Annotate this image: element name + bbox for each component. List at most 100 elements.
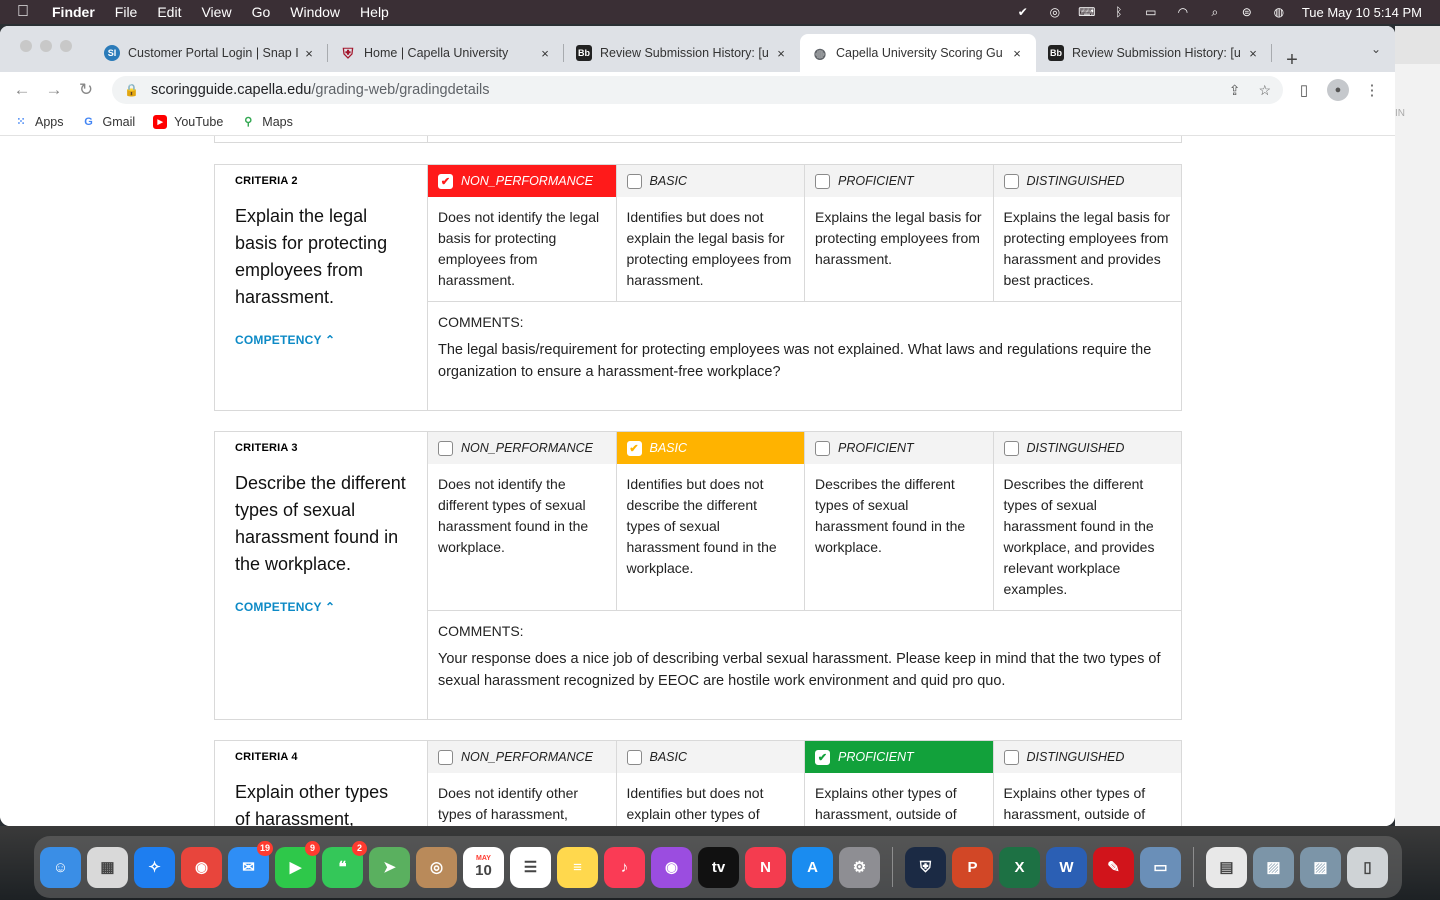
siri-icon[interactable]: ◍: [1270, 5, 1288, 19]
bookmark-youtube[interactable]: ▶ YouTube: [153, 114, 223, 129]
checkbox-icon[interactable]: [815, 440, 830, 456]
reload-button[interactable]: ↻: [74, 80, 98, 100]
checkbox-icon[interactable]: [626, 173, 642, 189]
zoom-window-button[interactable]: [60, 40, 72, 52]
dock-launchpad-icon[interactable]: ▦: [87, 846, 128, 888]
dock-maps-icon[interactable]: ➤: [369, 846, 410, 888]
menu-window[interactable]: Window: [280, 4, 350, 20]
dock-news-icon[interactable]: N: [745, 846, 786, 888]
close-tab-icon[interactable]: ×: [1010, 46, 1024, 61]
close-tab-icon[interactable]: ×: [774, 46, 788, 61]
dock-finder-icon[interactable]: ☺: [40, 846, 81, 888]
back-button[interactable]: ←: [10, 80, 34, 100]
level-header[interactable]: DISTINGUISHED: [993, 432, 1181, 464]
browser-tab[interactable]: ⛨ Home | Capella University ×: [328, 34, 564, 72]
side-panel-icon[interactable]: ▯: [1291, 81, 1317, 99]
level-header[interactable]: NON_PERFORMANCE: [428, 741, 616, 773]
keyboard-icon[interactable]: ⌨: [1078, 5, 1096, 19]
browser-tab[interactable]: ◍ Capella University Scoring Gu ×: [800, 34, 1036, 72]
dock-reminders-icon[interactable]: ☰: [510, 846, 551, 888]
level-header[interactable]: ✔ PROFICIENT: [805, 741, 993, 773]
spotlight-search-icon[interactable]: ⌕: [1206, 5, 1224, 19]
dock-notes-icon[interactable]: ≡: [557, 846, 598, 888]
level-header[interactable]: PROFICIENT: [805, 432, 993, 464]
checked-checkbox-icon[interactable]: ✔: [438, 173, 453, 189]
dock-music-icon[interactable]: ♪: [604, 846, 645, 888]
level-header[interactable]: ✔ BASIC: [616, 432, 804, 464]
menu-app-name[interactable]: Finder: [46, 4, 105, 20]
checkbox-icon[interactable]: [438, 749, 453, 765]
bookmark-star-icon[interactable]: ☆: [1258, 82, 1271, 99]
level-header[interactable]: ✔ NON_PERFORMANCE: [428, 165, 616, 197]
share-icon[interactable]: ⇪: [1229, 82, 1241, 99]
dock-facetime-icon[interactable]: ▶ 9: [275, 840, 320, 888]
menu-view[interactable]: View: [191, 4, 241, 20]
menu-edit[interactable]: Edit: [147, 4, 191, 20]
close-tab-icon[interactable]: ×: [302, 46, 316, 61]
status-sync-icon[interactable]: ◎: [1046, 5, 1064, 19]
control-center-icon[interactable]: ⊜: [1238, 5, 1256, 19]
close-tab-icon[interactable]: ×: [538, 46, 552, 61]
dock-system-preferences-icon[interactable]: ⚙: [839, 846, 880, 888]
status-check-icon[interactable]: ✔: [1014, 5, 1032, 19]
dock-preview-icon[interactable]: ▭: [1140, 846, 1181, 888]
close-window-button[interactable]: [20, 40, 32, 52]
level-header[interactable]: DISTINGUISHED: [993, 741, 1181, 773]
dock-document-icon[interactable]: ▤: [1206, 846, 1247, 888]
close-tab-icon[interactable]: ×: [1246, 46, 1260, 61]
dock-mail-icon[interactable]: ✉ 19: [228, 840, 273, 888]
lock-icon[interactable]: 🔒: [124, 83, 139, 97]
level-header[interactable]: PROFICIENT: [805, 165, 993, 197]
level-header[interactable]: BASIC: [616, 165, 804, 197]
dock-chrome-icon[interactable]: ◉: [181, 846, 222, 888]
address-bar[interactable]: 🔒 scoringguide.capella.edu/grading-web/g…: [112, 76, 1283, 104]
menubar-clock[interactable]: Tue May 10 5:14 PM: [1302, 5, 1422, 20]
checkbox-icon[interactable]: [1003, 749, 1019, 765]
dock-word-icon[interactable]: W: [1046, 846, 1087, 888]
level-header[interactable]: BASIC: [616, 741, 804, 773]
dock-podcasts-icon[interactable]: ◉: [651, 846, 692, 888]
forward-button[interactable]: →: [42, 80, 66, 100]
dock-calendar-icon[interactable]: MAY 10: [463, 846, 504, 888]
dock-excel-icon[interactable]: X: [999, 846, 1040, 888]
bookmark-maps[interactable]: ⚲ Maps: [241, 115, 293, 129]
dock-messages-icon[interactable]: ❝ 2: [322, 840, 367, 888]
checked-checkbox-icon[interactable]: ✔: [815, 749, 830, 765]
apple-icon[interactable]: : [0, 3, 46, 21]
dock-acrobat-icon[interactable]: ✎: [1093, 846, 1134, 888]
checkbox-icon[interactable]: [1003, 440, 1019, 456]
tab-search-chevron-icon[interactable]: ⌄: [1371, 42, 1381, 56]
minimize-window-button[interactable]: [40, 40, 52, 52]
checkbox-icon[interactable]: [1003, 173, 1019, 189]
level-header[interactable]: NON_PERFORMANCE: [428, 432, 616, 464]
bookmark-gmail[interactable]: G Gmail: [82, 115, 135, 129]
battery-icon[interactable]: ▭: [1142, 5, 1160, 19]
dock-app-store-icon[interactable]: A: [792, 846, 833, 888]
wifi-icon[interactable]: ◠: [1174, 5, 1192, 19]
dock-screenshot-2-icon[interactable]: ▨: [1300, 846, 1341, 888]
new-tab-button[interactable]: +: [1272, 49, 1312, 72]
competency-toggle[interactable]: COMPETENCY ⌃: [235, 600, 407, 614]
dock-screenshot-1-icon[interactable]: ▨: [1253, 846, 1294, 888]
dock-powerpoint-icon[interactable]: P: [952, 846, 993, 888]
menu-file[interactable]: File: [105, 4, 148, 20]
profile-button[interactable]: ●: [1325, 79, 1351, 101]
browser-tab[interactable]: SI Customer Portal Login | Snap I ×: [92, 34, 328, 72]
dock-safari-icon[interactable]: ✧: [134, 846, 175, 888]
dock-contacts-icon[interactable]: ◎: [416, 846, 457, 888]
dock-trash-icon[interactable]: ▯: [1347, 846, 1388, 888]
competency-toggle[interactable]: COMPETENCY ⌃: [235, 333, 407, 347]
checked-checkbox-icon[interactable]: ✔: [626, 440, 642, 456]
dock-security-app-icon[interactable]: ⛨: [905, 846, 946, 888]
checkbox-icon[interactable]: [438, 440, 453, 456]
browser-menu-icon[interactable]: ⋮: [1359, 81, 1385, 99]
browser-tab[interactable]: Bb Review Submission History: [u ×: [1036, 34, 1272, 72]
dock-tv-icon[interactable]: tv: [698, 846, 739, 888]
level-header[interactable]: DISTINGUISHED: [993, 165, 1181, 197]
browser-tab[interactable]: Bb Review Submission History: [u ×: [564, 34, 800, 72]
bookmark-apps[interactable]: ⁙ Apps: [14, 115, 63, 129]
checkbox-icon[interactable]: [626, 749, 642, 765]
checkbox-icon[interactable]: [815, 173, 830, 189]
menu-go[interactable]: Go: [242, 4, 281, 20]
bluetooth-icon[interactable]: ᛒ: [1110, 5, 1128, 19]
